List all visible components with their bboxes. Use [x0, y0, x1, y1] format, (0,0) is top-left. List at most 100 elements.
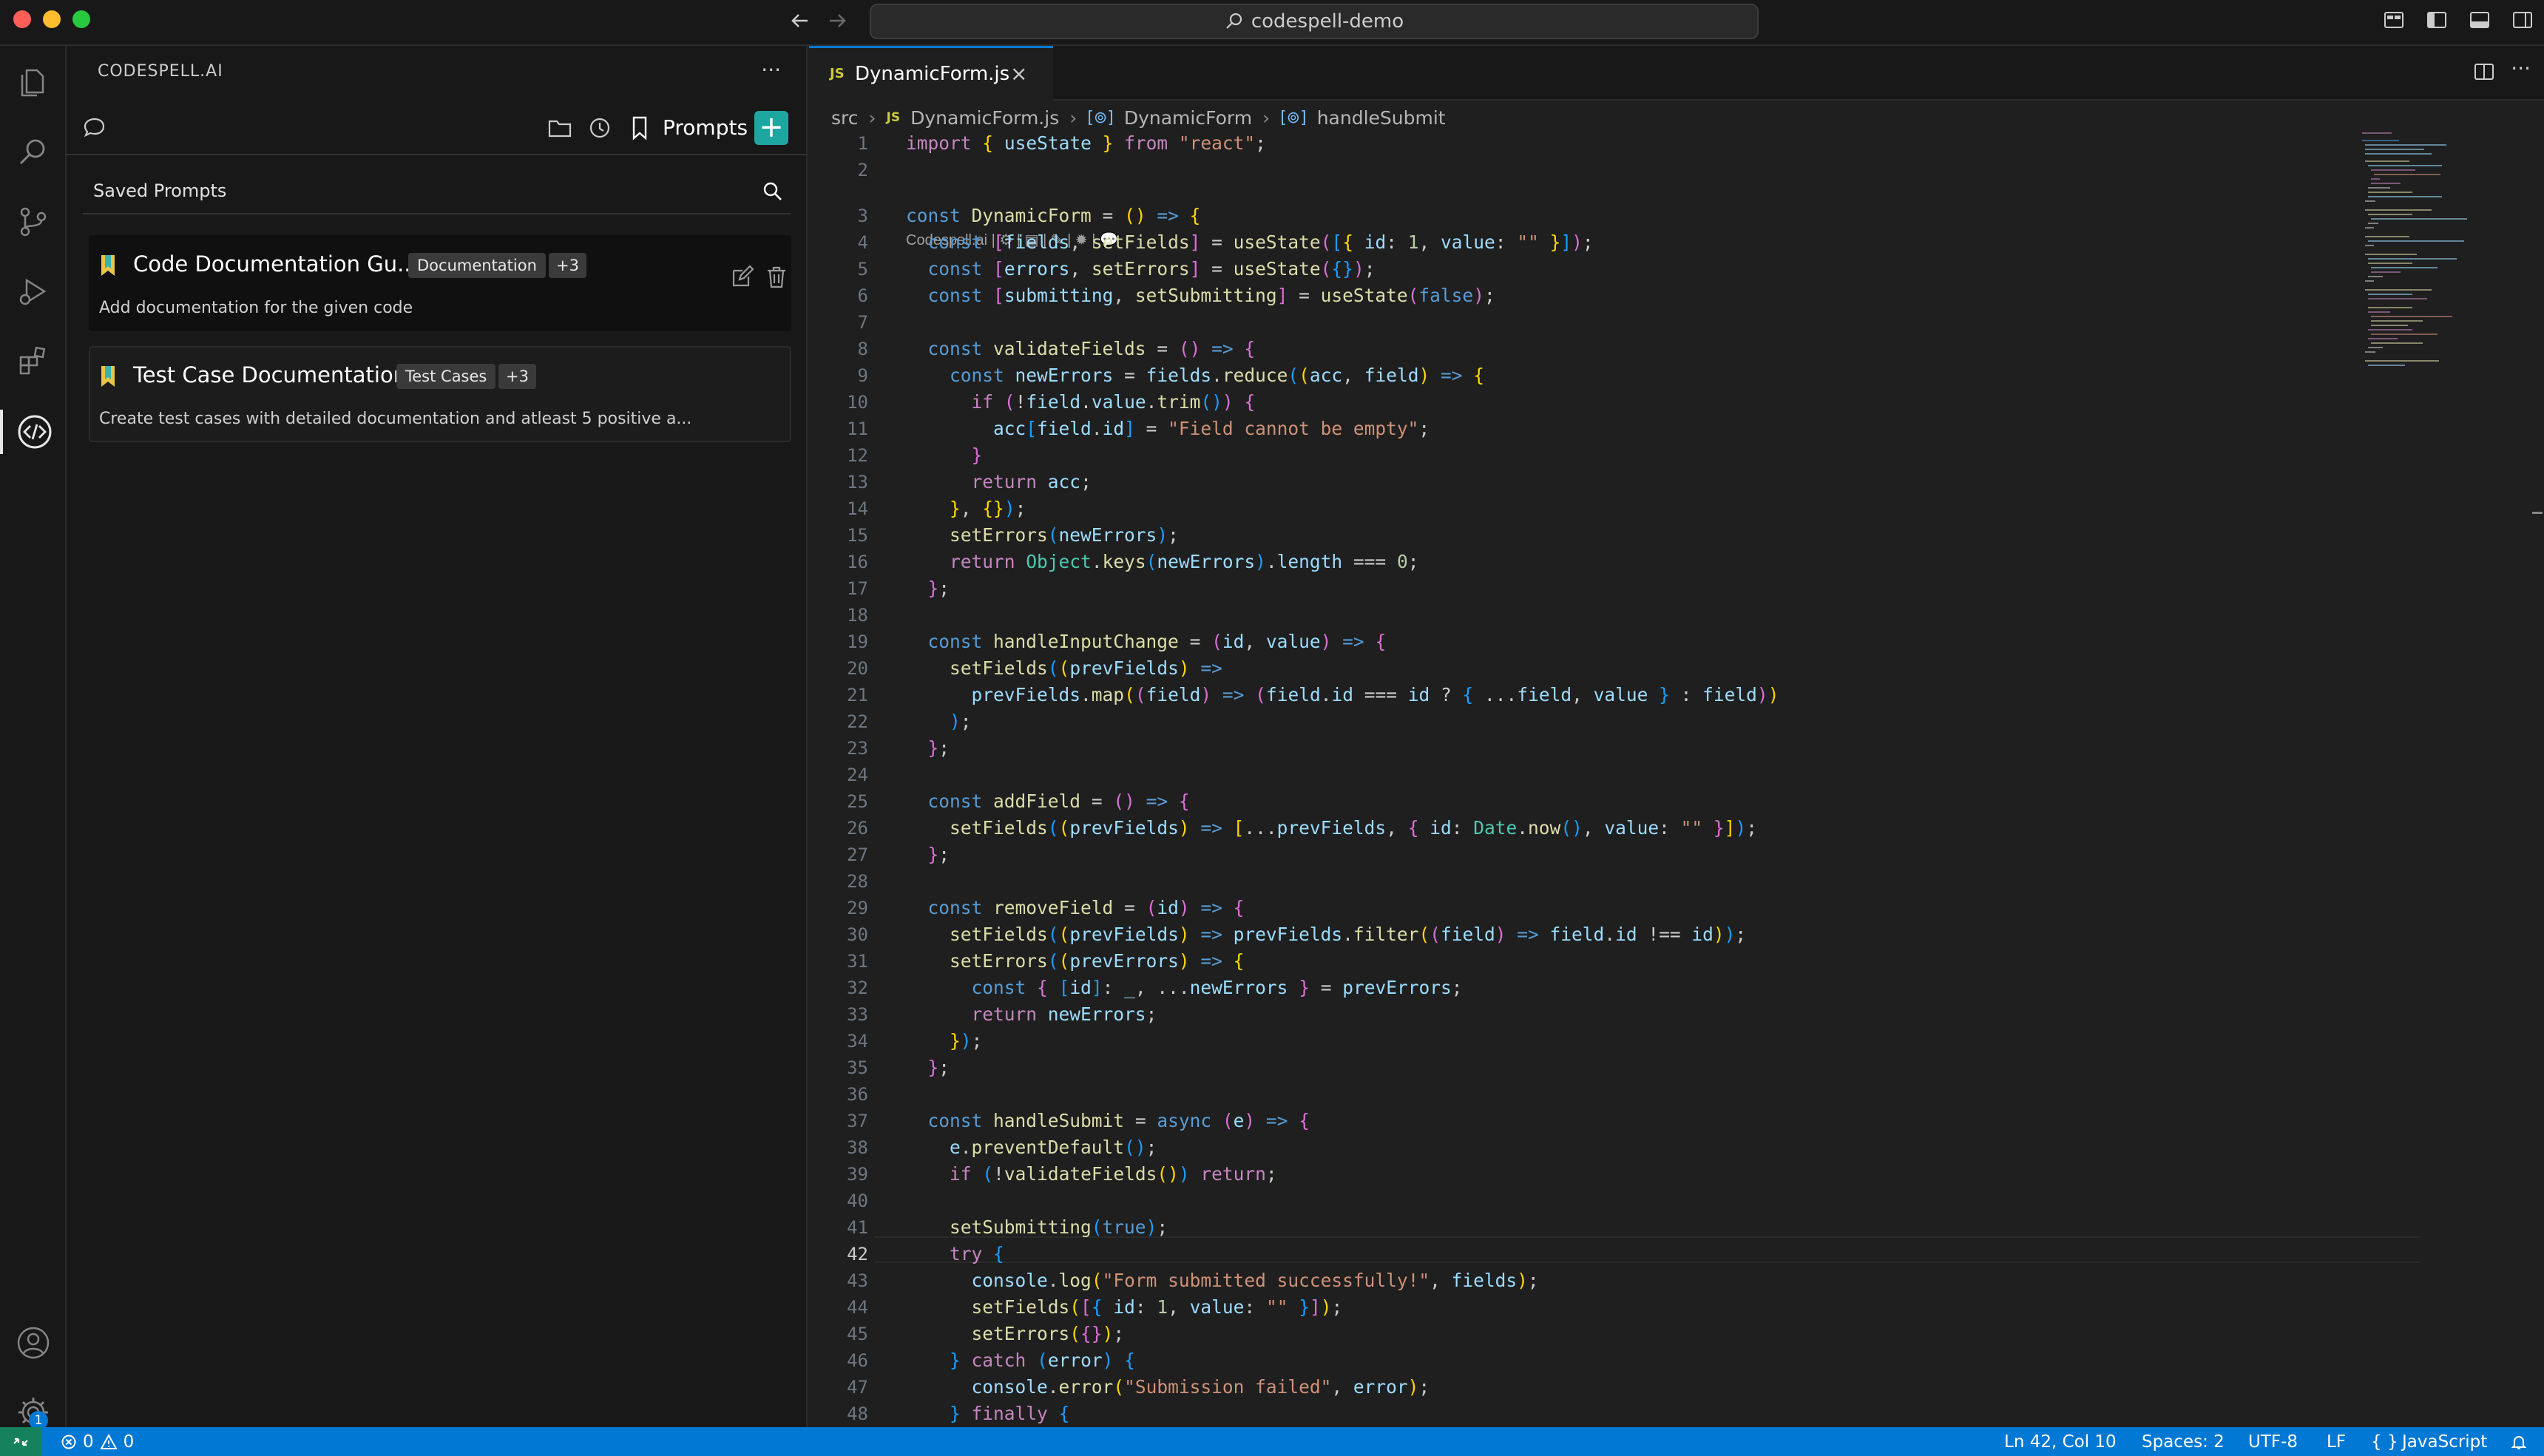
bookmark-icon[interactable]: [630, 115, 649, 140]
extensions-icon[interactable]: [11, 339, 55, 383]
cursor-position[interactable]: Ln 42, Col 10: [2004, 1432, 2117, 1452]
encoding[interactable]: UTF-8: [2248, 1432, 2298, 1452]
notifications-bell-icon[interactable]: [2510, 1433, 2528, 1451]
search-icon[interactable]: [762, 180, 784, 203]
tab-label: DynamicForm.js: [855, 63, 1010, 85]
breadcrumb-chevron-icon: ›: [868, 106, 876, 129]
code-line: 38 e.preventDefault();: [847, 1137, 1157, 1158]
code-line: 2: [857, 160, 868, 180]
breadcrumb-file[interactable]: DynamicForm.js: [910, 107, 1059, 129]
code-line: 5 const [errors, setErrors] = useState({…: [857, 258, 1376, 280]
code-line: 30 setFields((prevFields) => prevFields.…: [847, 924, 1747, 945]
breadcrumb-chevron-icon: ›: [1069, 106, 1078, 129]
error-count: 0: [83, 1432, 94, 1452]
history-icon[interactable]: [587, 115, 612, 140]
prompt-card[interactable]: Test Case Documentation Test Cases +3 Cr…: [89, 346, 791, 442]
minimap[interactable]: [2359, 127, 2477, 408]
code-line: 41 setSubmitting(true);: [847, 1216, 1168, 1238]
title-bar: codespell-demo: [0, 0, 2544, 46]
more-actions-icon[interactable]: ···: [761, 58, 781, 82]
breadcrumb-folder[interactable]: src: [831, 107, 859, 129]
symbol-variable-icon: [⊚]: [1087, 108, 1114, 127]
status-bar: 0 0 Ln 42, Col 10 Spaces: 2 UTF-8 LF { }…: [0, 1427, 2544, 1456]
folder-icon[interactable]: [547, 115, 572, 140]
minimize-window-button[interactable]: [43, 10, 61, 28]
breadcrumb-chevron-icon: ›: [1262, 106, 1271, 129]
edit-icon[interactable]: [729, 265, 754, 290]
language-braces-icon: { }: [2371, 1432, 2398, 1452]
run-debug-icon[interactable]: [11, 269, 55, 314]
code-line: 29 const removeField = (id) => {: [847, 897, 1245, 918]
editor-tab-bar: JS DynamicForm.js × ···: [809, 46, 2544, 101]
prompt-card[interactable]: Code Documentation Gu... Documentation +…: [89, 235, 791, 376]
prompt-bookmark-icon: [101, 255, 115, 276]
saved-prompts-header: Saved Prompts: [83, 169, 791, 214]
tab-dynamicform-js[interactable]: JS DynamicForm.js ×: [809, 46, 1053, 101]
source-control-icon[interactable]: [11, 200, 55, 244]
code-line: 13 return acc;: [847, 471, 1092, 492]
prompts-tab-label[interactable]: Prompts: [663, 115, 748, 140]
customize-layout-icon[interactable]: [2383, 9, 2405, 31]
add-prompt-button[interactable]: +: [754, 111, 788, 145]
toggle-panel-icon[interactable]: [2469, 9, 2491, 31]
code-line: 26 setFields((prevFields) => [...prevFie…: [847, 817, 1757, 839]
language-mode[interactable]: JavaScript: [2402, 1432, 2487, 1452]
account-icon[interactable]: [11, 1321, 55, 1365]
forward-arrow-icon[interactable]: [822, 6, 852, 35]
code-line: 47 console.error("Submission failed", er…: [847, 1376, 1430, 1398]
prompt-tag: Documentation: [408, 253, 546, 278]
javascript-file-icon: JS: [886, 110, 901, 125]
prompt-card-title: Code Documentation Gu...: [133, 251, 418, 277]
editor-area: JS DynamicForm.js × ··· src › JS Dynamic…: [809, 46, 2544, 1427]
code-line: 3 const DynamicForm = () => {: [857, 205, 1201, 226]
command-center-search[interactable]: codespell-demo: [870, 4, 1759, 39]
remote-indicator[interactable]: [0, 1427, 41, 1456]
sidebar-title: CODESPELL.AI: [98, 62, 223, 81]
warning-count: 0: [123, 1432, 135, 1452]
close-window-button[interactable]: [13, 10, 31, 28]
close-tab-icon[interactable]: ×: [1010, 61, 1027, 86]
split-editor-icon[interactable]: [2473, 61, 2495, 83]
search-icon[interactable]: [11, 130, 55, 175]
code-line: 32 const { [id]: _, ...newErrors } = pre…: [847, 977, 1463, 998]
code-line: 1 import { useState } from "react";: [857, 132, 1266, 154]
prompt-more-tags[interactable]: +3: [549, 253, 586, 278]
code-line: 21 prevFields.map((field) => (field.id =…: [847, 684, 1779, 705]
maximize-window-button[interactable]: [72, 10, 90, 28]
indentation[interactable]: Spaces: 2: [2142, 1432, 2225, 1452]
code-line: 9 const newErrors = fields.reduce((acc, …: [857, 365, 1485, 386]
code-line: 22 );: [847, 711, 972, 732]
code-line: 35 };: [847, 1057, 950, 1078]
prompt-card-description: Add documentation for the given code: [99, 299, 413, 317]
code-line: 34 });: [847, 1030, 983, 1052]
breadcrumb-symbol[interactable]: handleSubmit: [1317, 107, 1446, 129]
code-line: 44 setFields([{ id: 1, value: "" }]);: [847, 1296, 1343, 1318]
code-line: 12 }: [847, 444, 983, 466]
command-center-label: codespell-demo: [1251, 10, 1404, 33]
prompt-more-tags[interactable]: +3: [498, 364, 536, 389]
end-of-line[interactable]: LF: [2327, 1432, 2346, 1452]
warning-icon: [99, 1434, 118, 1449]
toggle-primary-sidebar-icon[interactable]: [2426, 9, 2448, 31]
code-line: 48 } finally {: [847, 1403, 1070, 1424]
explorer-icon[interactable]: [11, 61, 55, 105]
code-line: 27 };: [847, 844, 950, 865]
chat-icon[interactable]: [83, 115, 106, 139]
breadcrumb-symbol[interactable]: DynamicForm: [1124, 107, 1252, 129]
delete-icon[interactable]: [765, 265, 788, 290]
scrollbar-position-marker[interactable]: [2532, 512, 2543, 514]
codespell-sidebar: CODESPELL.AI ··· Prompts + Saved Prompts…: [67, 46, 808, 1427]
code-line: 24: [847, 765, 868, 785]
code-line: 33 return newErrors;: [847, 1003, 1157, 1025]
codespell-icon[interactable]: [0, 410, 67, 454]
problems-indicator[interactable]: 0 0: [61, 1432, 134, 1452]
code-line: 37 const handleSubmit = async (e) => {: [847, 1110, 1310, 1131]
code-line: 6 const [submitting, setSubmitting] = us…: [857, 285, 1495, 306]
code-line: 15 setErrors(newErrors);: [847, 524, 1179, 546]
editor-more-actions-icon[interactable]: ···: [2511, 56, 2531, 81]
back-arrow-icon[interactable]: [785, 6, 815, 35]
prompt-card-description: Create test cases with detailed document…: [99, 410, 692, 428]
code-line: 20 setFields((prevFields) =>: [847, 657, 1222, 679]
code-line: 11 acc[field.id] = "Field cannot be empt…: [847, 418, 1430, 439]
toggle-secondary-sidebar-icon[interactable]: [2511, 9, 2534, 31]
